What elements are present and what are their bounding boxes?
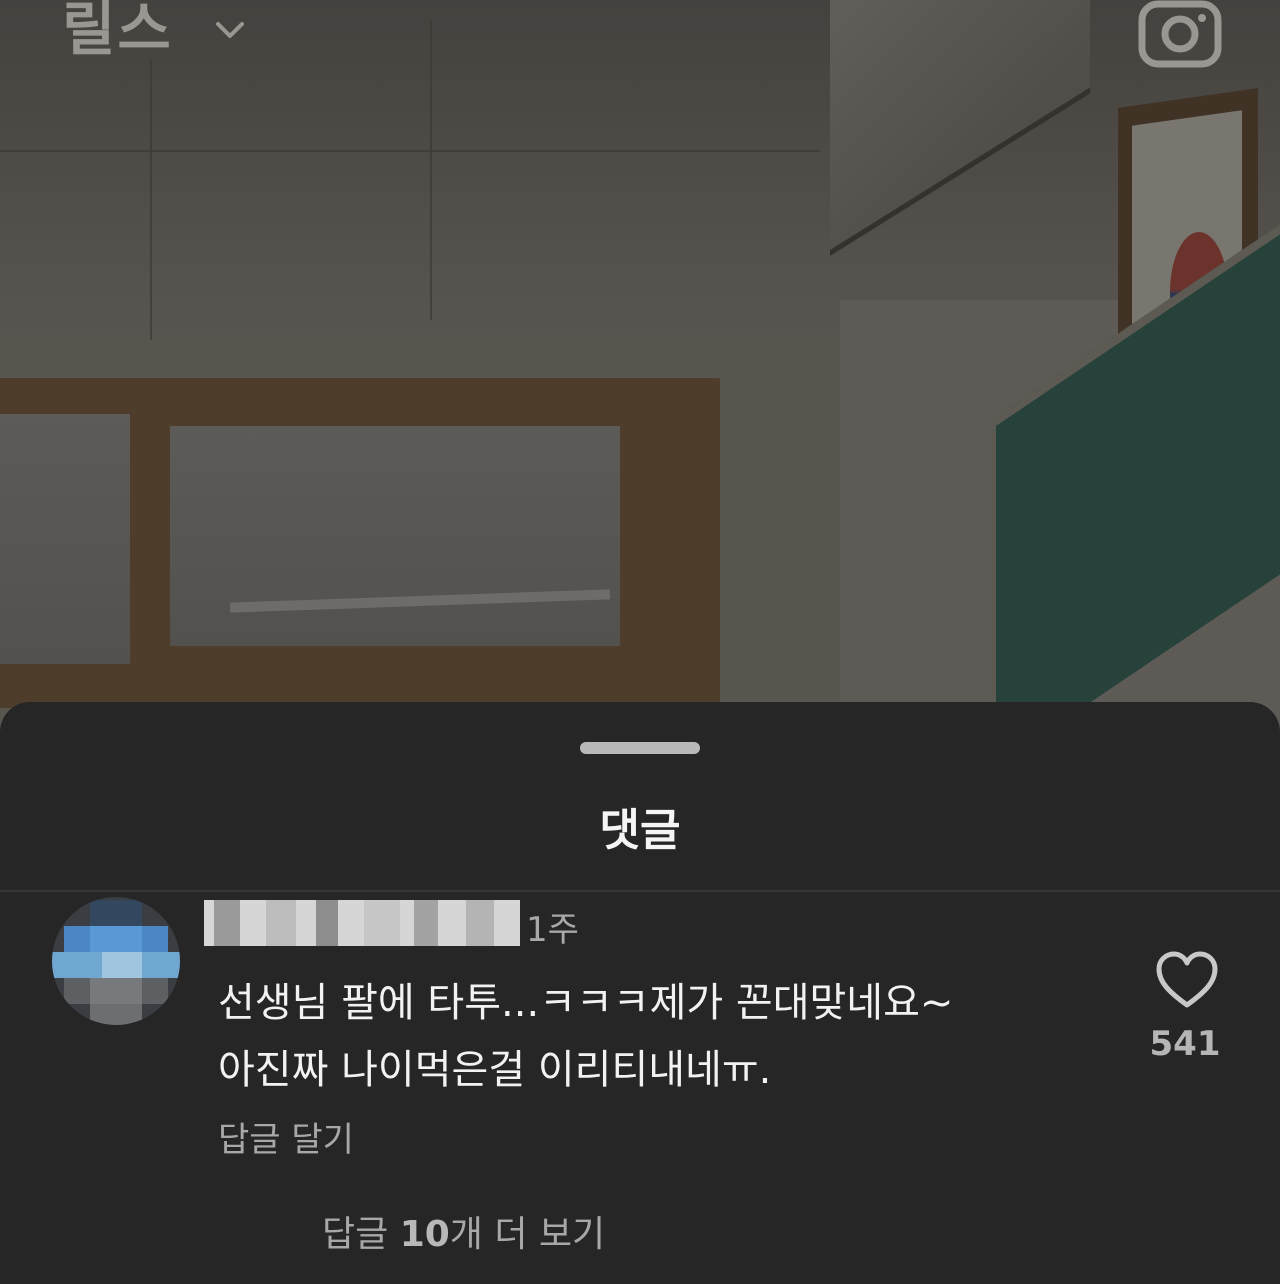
heart-icon[interactable] — [1155, 950, 1219, 1010]
comment-timestamp: 1주 — [526, 910, 579, 950]
camera-icon[interactable] — [1136, 0, 1226, 70]
divider — [0, 890, 1280, 892]
dim-overlay — [0, 0, 1280, 760]
comment-line: 아진짜 나이먹은걸 이리티내네ㅠ. — [218, 1047, 772, 1093]
view-more-replies-button[interactable]: 답글 10개 더 보기 — [322, 1205, 605, 1257]
like-count: 541 — [1149, 1024, 1221, 1064]
sheet-title: 댓글 — [599, 805, 681, 856]
reply-count: 10 — [399, 1214, 450, 1255]
sheet-drag-handle[interactable] — [580, 742, 700, 754]
username-redacted[interactable] — [204, 900, 520, 946]
reels-title[interactable]: 릴스 — [62, 0, 173, 66]
chevron-down-icon[interactable] — [212, 12, 248, 48]
comment-line: 선생님 팔에 타투...ㅋㅋㅋ제가 꼰대맞네요~ — [218, 980, 954, 1026]
comments-sheet: 댓글 1주 선생님 팔에 타투...ㅋㅋㅋ제가 꼰대맞네요~ 아진짜 나이먹은걸… — [0, 702, 1280, 1284]
avatar[interactable] — [52, 897, 180, 1025]
comment-body: 선생님 팔에 타투...ㅋㅋㅋ제가 꼰대맞네요~ 아진짜 나이먹은걸 이리티내네… — [218, 970, 1118, 1104]
view-replies-suffix: 개 더 보기 — [449, 1214, 606, 1255]
reply-button[interactable]: 답글 달기 — [218, 1112, 354, 1161]
view-replies-prefix: 답글 — [322, 1214, 400, 1255]
reels-screen: 릴스 댓글 1주 선생님 팔에 타투...ㅋㅋㅋ제가 꼰대맞네요~ 아진짜 나이… — [0, 0, 1280, 1284]
reel-video-background[interactable] — [0, 0, 1280, 760]
